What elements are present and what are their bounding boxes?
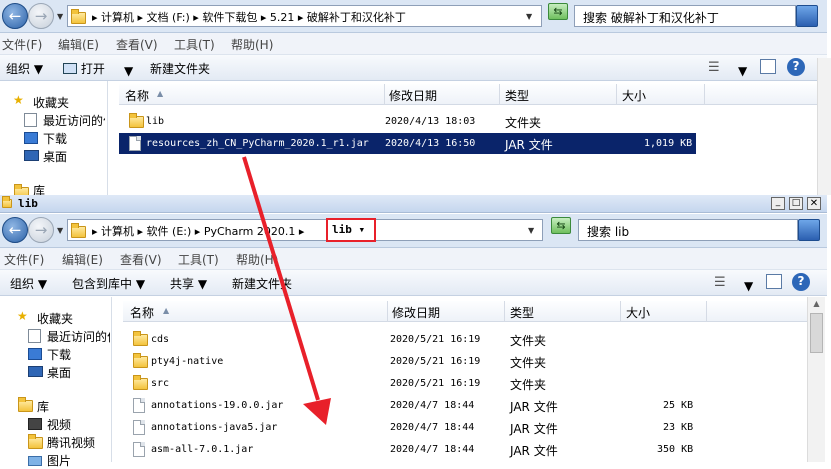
annotation-arrow-overlay — [242, 156, 331, 425]
annotation-arrow-head — [303, 398, 331, 425]
annotation-arrow-line — [242, 156, 320, 401]
